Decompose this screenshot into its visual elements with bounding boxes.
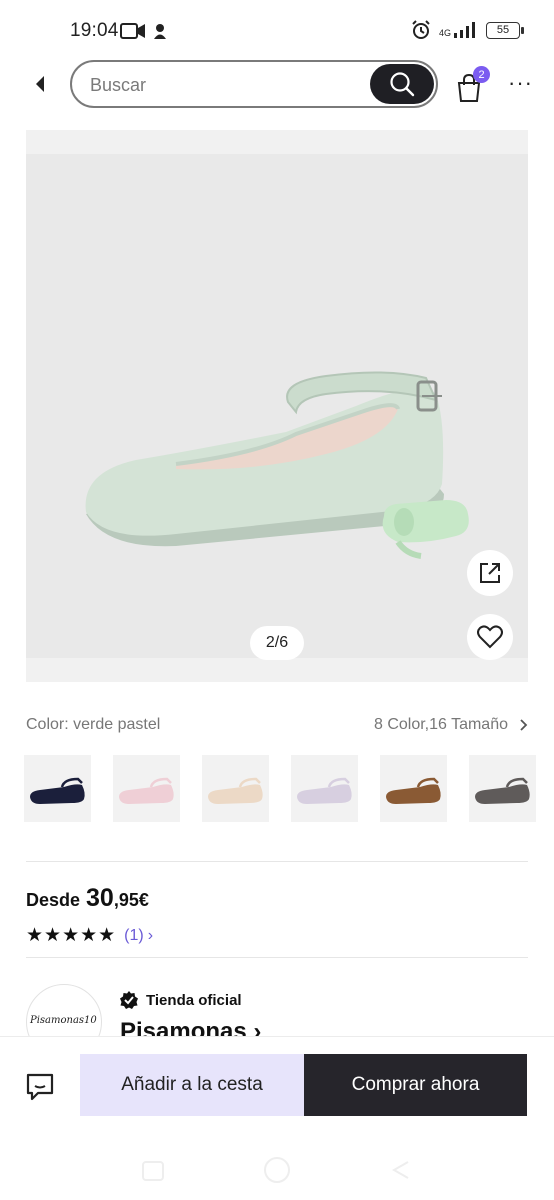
signal-icon bbox=[454, 22, 475, 38]
chevron-right-icon bbox=[520, 719, 528, 731]
chat-icon[interactable] bbox=[24, 1071, 56, 1103]
add-to-cart-button[interactable]: Añadir a la cesta bbox=[80, 1054, 304, 1116]
rating-link[interactable]: ★★★★★ (1) › bbox=[26, 924, 153, 947]
swatch-shoe-thumbnail bbox=[297, 777, 352, 804]
official-store-label: Tienda oficial bbox=[146, 991, 242, 1009]
price-decimal: ,95€ bbox=[113, 890, 149, 910]
cart-count-badge: 2 bbox=[473, 66, 490, 83]
swatch-shoe-thumbnail bbox=[386, 777, 441, 804]
search-icon bbox=[390, 72, 415, 97]
search-header: Buscar 2 ··· bbox=[0, 58, 554, 110]
price-prefix: Desde bbox=[26, 890, 81, 910]
home-icon bbox=[264, 1157, 290, 1183]
swatch-shoe-thumbnail bbox=[208, 777, 263, 804]
bottom-action-bar: Añadir a la cesta Comprar ahora bbox=[0, 1036, 554, 1200]
color-swatch-grey[interactable] bbox=[469, 755, 536, 822]
share-button[interactable] bbox=[467, 550, 513, 596]
product-gallery[interactable]: 2/6 bbox=[26, 130, 528, 682]
status-time: 19:04 bbox=[70, 20, 119, 41]
status-notification-icons bbox=[120, 22, 168, 40]
recent-apps-icon bbox=[142, 1161, 164, 1181]
rating-chevron-icon: › bbox=[147, 926, 154, 944]
store-logo-text: Pisamonas10 bbox=[30, 1015, 97, 1026]
swatch-shoe-thumbnail bbox=[119, 777, 174, 804]
search-input[interactable]: Buscar bbox=[70, 60, 438, 108]
review-count: (1) bbox=[124, 926, 144, 944]
color-swatches bbox=[24, 755, 554, 823]
divider bbox=[26, 861, 528, 862]
verified-badge-icon bbox=[120, 991, 138, 1009]
color-swatch-brown[interactable] bbox=[380, 755, 447, 822]
battery-level: 55 bbox=[496, 24, 510, 36]
status-right: 4G 55 bbox=[411, 20, 524, 40]
color-swatch-beige[interactable] bbox=[202, 755, 269, 822]
official-store-badge: Tienda oficial bbox=[120, 991, 242, 1009]
battery-icon: 55 bbox=[486, 21, 524, 39]
image-page-indicator: 2/6 bbox=[250, 626, 304, 660]
more-options-button[interactable]: ··· bbox=[508, 70, 533, 96]
favorite-button[interactable] bbox=[467, 614, 513, 660]
color-swatch-lilac[interactable] bbox=[291, 755, 358, 822]
app-notification-icon bbox=[154, 24, 166, 39]
swatch-shoe-thumbnail bbox=[30, 777, 85, 804]
color-selector-row: Color: verde pastel 8 Color,16 Tamaño bbox=[26, 713, 528, 737]
heart-icon bbox=[477, 625, 503, 649]
color-swatch-navy[interactable] bbox=[24, 755, 91, 822]
search-placeholder: Buscar bbox=[90, 75, 147, 95]
variants-link[interactable]: 8 Color,16 Tamaño bbox=[374, 716, 528, 734]
alarm-icon bbox=[412, 20, 430, 39]
status-bar: 19:04 4G 55 bbox=[0, 0, 554, 60]
external-link-icon bbox=[480, 563, 500, 583]
selected-color-label: Color: verde pastel bbox=[26, 716, 161, 733]
signal-indicator: 4G bbox=[439, 22, 478, 38]
back-button[interactable] bbox=[28, 72, 52, 96]
swatch-shoe-thumbnail bbox=[475, 777, 530, 804]
video-icon bbox=[120, 23, 145, 39]
network-type: 4G bbox=[438, 28, 451, 38]
back-nav-icon bbox=[391, 1161, 409, 1179]
star-rating-icons: ★★★★★ bbox=[26, 925, 117, 946]
system-navigation-bar bbox=[142, 1157, 409, 1183]
product-image bbox=[26, 154, 528, 658]
back-arrow-icon bbox=[36, 76, 44, 92]
search-button[interactable] bbox=[370, 64, 434, 104]
color-swatch-pink[interactable] bbox=[113, 755, 180, 822]
buy-now-button[interactable]: Comprar ahora bbox=[304, 1054, 527, 1116]
store-name-link[interactable]: Pisamonas › bbox=[120, 1018, 261, 1036]
price-integer: 30 bbox=[86, 884, 114, 912]
divider bbox=[26, 957, 528, 958]
shoe-illustration bbox=[85, 371, 469, 559]
variants-summary: 8 Color,16 Tamaño bbox=[373, 716, 508, 733]
price: Desde 30 ,95€ bbox=[26, 884, 149, 913]
